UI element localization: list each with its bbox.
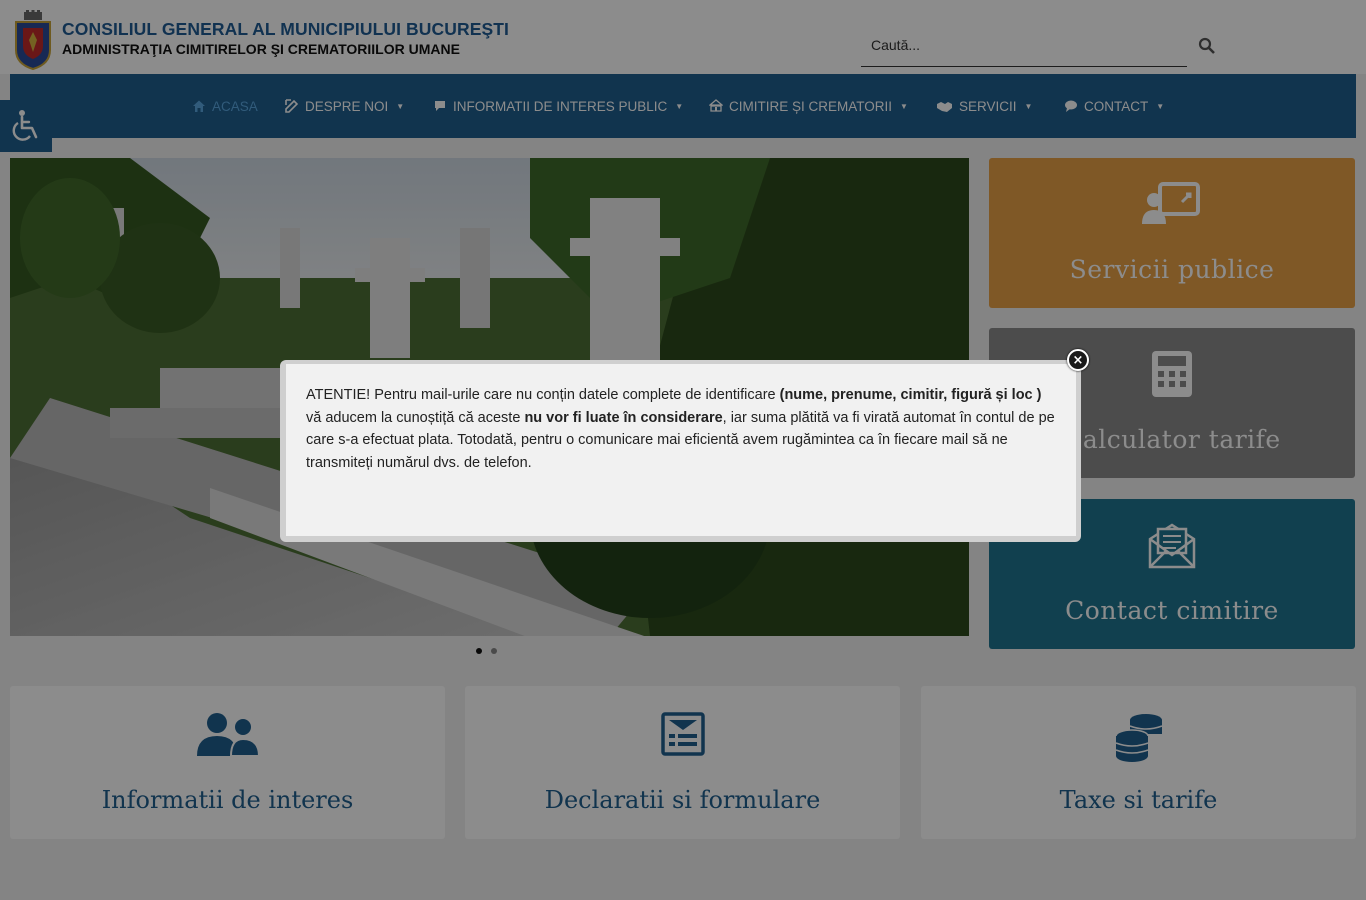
notice-modal: ATENTIE! Pentru mail-urile care nu conți… (286, 364, 1076, 536)
notice-text: ATENTIE! Pentru mail-urile care nu conți… (306, 387, 1055, 471)
close-modal-button[interactable]: × (1067, 349, 1089, 371)
close-icon: × (1072, 352, 1084, 368)
